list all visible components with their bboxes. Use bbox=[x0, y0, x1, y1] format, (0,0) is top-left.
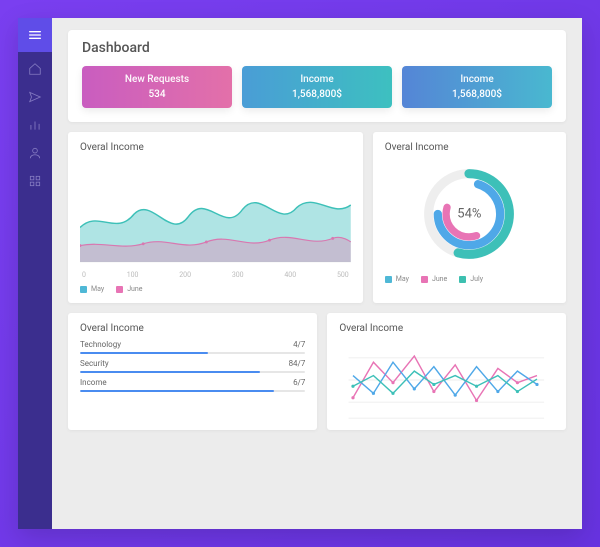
donut-chart: 54% bbox=[385, 159, 554, 269]
legend-swatch-icon bbox=[385, 276, 392, 283]
app-frame: Dashboard New Requests 534 Income 1,568,… bbox=[0, 0, 600, 547]
donut-chart-card: Overal Income 54% bbox=[373, 132, 566, 303]
progress-value: 84/7 bbox=[289, 359, 306, 368]
card-title: Overal Income bbox=[80, 142, 351, 153]
progress-item-technology: Technology 4/7 bbox=[80, 340, 305, 354]
tick: 100 bbox=[127, 271, 139, 279]
stat-value: 1,568,800$ bbox=[246, 89, 388, 100]
stat-label: Income bbox=[406, 74, 548, 85]
card-title: Overal Income bbox=[385, 142, 554, 153]
legend-swatch-icon bbox=[459, 276, 466, 283]
send-icon[interactable] bbox=[28, 90, 42, 104]
header-card: Dashboard New Requests 534 Income 1,568,… bbox=[68, 30, 566, 122]
stat-value: 1,568,800$ bbox=[406, 89, 548, 100]
progress-label: Technology bbox=[80, 340, 121, 349]
stat-value: 534 bbox=[86, 89, 228, 100]
row-charts-2: Overal Income Technology 4/7 Security 84… bbox=[68, 313, 566, 430]
card-title: Overal Income bbox=[80, 323, 305, 334]
sidebar bbox=[18, 18, 52, 529]
stat-card-income-2[interactable]: Income 1,568,800$ bbox=[402, 66, 552, 108]
progress-value: 4/7 bbox=[293, 340, 305, 349]
legend-label: June bbox=[127, 285, 142, 293]
donut-legend: May June July bbox=[385, 275, 554, 283]
progress-bar bbox=[80, 352, 208, 354]
legend-swatch-icon bbox=[116, 286, 123, 293]
stat-card-requests[interactable]: New Requests 534 bbox=[82, 66, 232, 108]
analytics-icon[interactable] bbox=[28, 118, 42, 132]
legend-swatch-icon bbox=[421, 276, 428, 283]
progress-item-security: Security 84/7 bbox=[80, 359, 305, 373]
legend-label: May bbox=[91, 285, 104, 293]
tick: 500 bbox=[337, 271, 349, 279]
card-title: Overal Income bbox=[339, 323, 554, 334]
user-icon[interactable] bbox=[28, 146, 42, 160]
progress-item-income: Income 6/7 bbox=[80, 378, 305, 392]
area-chart-card: Overal Income bbox=[68, 132, 363, 303]
multiline-chart bbox=[339, 340, 554, 420]
multiline-chart-card: Overal Income bbox=[327, 313, 566, 430]
progress-label: Security bbox=[80, 359, 109, 368]
legend-label: July bbox=[470, 275, 483, 283]
area-chart bbox=[80, 159, 351, 269]
menu-toggle-button[interactable] bbox=[18, 18, 52, 52]
progress-label: Income bbox=[80, 378, 107, 387]
progress-card: Overal Income Technology 4/7 Security 84… bbox=[68, 313, 317, 430]
tick: 400 bbox=[284, 271, 296, 279]
legend-label: June bbox=[432, 275, 447, 283]
page-title: Dashboard bbox=[82, 40, 552, 56]
stat-card-income-1[interactable]: Income 1,568,800$ bbox=[242, 66, 392, 108]
x-axis-labels: 0 100 200 300 400 500 bbox=[80, 271, 351, 279]
progress-bar bbox=[80, 390, 274, 392]
legend-swatch-icon bbox=[80, 286, 87, 293]
stat-label: Income bbox=[246, 74, 388, 85]
home-icon[interactable] bbox=[28, 62, 42, 76]
tick: 0 bbox=[82, 271, 86, 279]
progress-bar bbox=[80, 371, 260, 373]
legend-label: May bbox=[396, 275, 409, 283]
tick: 200 bbox=[179, 271, 191, 279]
row-charts-1: Overal Income bbox=[68, 132, 566, 303]
content-area: Dashboard New Requests 534 Income 1,568,… bbox=[52, 18, 582, 529]
tick: 300 bbox=[232, 271, 244, 279]
area-legend: May June bbox=[80, 285, 351, 293]
apps-icon[interactable] bbox=[28, 174, 42, 188]
stat-row: New Requests 534 Income 1,568,800$ Incom… bbox=[82, 66, 552, 108]
app-shell: Dashboard New Requests 534 Income 1,568,… bbox=[18, 18, 582, 529]
donut-center-value: 54% bbox=[457, 207, 481, 222]
stat-label: New Requests bbox=[86, 74, 228, 85]
progress-value: 6/7 bbox=[293, 378, 305, 387]
